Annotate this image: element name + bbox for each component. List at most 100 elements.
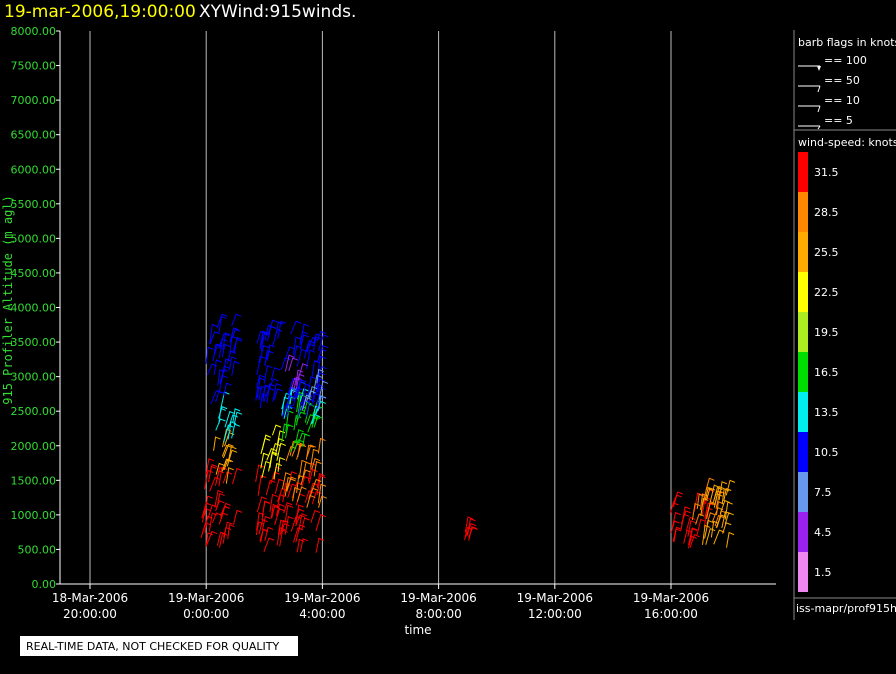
x-tick-date: 18-Mar-2006 [52,591,128,605]
y-tick-labels: 0.00 500.00 1000.00 1500.00 2000.00 2500.00 30… [11,25,60,591]
wind-profile-chart: 19-mar-2006,19:00:00 XYWind:915winds. 0.… [1,2,896,656]
x-tick-date: 19-Mar-2006 [284,591,360,605]
speed-color-swatch [798,272,808,312]
y-tick-label: 8000.00 [11,25,57,38]
wind-barb [208,463,218,477]
y-tick-label: 4500.00 [11,267,57,280]
wind-barb [231,423,240,439]
speed-legend: 31.5 28.5 25.5 22.5 19.5 16.5 13.5 10.5 7.5 4.5 1.… [798,152,839,592]
x-axis-label: time [404,623,431,637]
y-tick-label: 0.00 [32,578,57,591]
y-tick-label: 7500.00 [11,60,57,73]
wind-barb [232,467,243,485]
x-tick-time: 12:00:00 [528,607,582,621]
wind-barb [220,391,230,409]
barb-legend-label: == 100 [824,54,867,67]
speed-color-swatch [798,472,808,512]
speed-legend-label: 10.5 [814,446,839,459]
y-tick-label: 3000.00 [11,371,57,384]
barb-legend-tick [817,85,821,93]
wind-barb [272,328,283,346]
wind-barb [290,320,302,335]
y-tick-label: 4000.00 [11,302,57,315]
barb-legend-title: barb flags in knots [798,36,896,49]
wind-barb [725,479,736,496]
wind-barb [296,444,307,460]
speed-legend-label: 22.5 [814,286,839,299]
wind-barbs [200,313,736,553]
x-tick-time: 16:00:00 [644,607,698,621]
speed-legend-label: 31.5 [814,166,839,179]
wind-barb [233,509,243,525]
speed-legend-title: wind-speed: knots [798,136,896,149]
speed-color-swatch [798,392,808,432]
y-tick-label: 2500.00 [11,405,57,418]
wind-barb [260,437,271,455]
speed-color-swatch [798,432,808,472]
wind-barb [256,374,265,388]
title-timestamp: 19-mar-2006,19:00:00 [4,2,196,22]
y-tick-label: 6000.00 [11,163,57,176]
x-tick-time: 4:00:00 [299,607,345,621]
wind-barb [281,423,290,443]
y-tick-label: 6500.00 [11,129,57,142]
speed-legend-label: 16.5 [814,366,839,379]
wind-barb [257,474,267,496]
wind-barb [231,360,240,376]
barb-legend-label: == 50 [824,74,860,87]
axes [59,31,776,585]
speed-legend-label: 7.5 [814,486,832,499]
wind-barb [208,512,218,532]
title-product: XYWind:915winds. [199,2,356,22]
wind-barb [726,531,735,548]
x-tick-time: 20:00:00 [63,607,117,621]
grid-lines [89,31,672,584]
speed-legend-label: 19.5 [814,326,839,339]
qc-notice-text: REAL-TIME DATA, NOT CHECKED FOR QUALITY [26,640,280,653]
speed-color-swatch [798,352,808,392]
wind-barb [213,359,222,376]
wind-barb [292,486,301,502]
wind-barb [227,523,235,540]
wind-barb [215,418,226,431]
wind-barb [262,515,271,530]
wind-barb [210,390,222,405]
wind-barb [256,355,266,375]
wind-barb [301,517,310,530]
wind-barb [231,313,242,326]
speed-legend-label: 1.5 [814,566,832,579]
x-tick-time: 0:00:00 [183,607,229,621]
wind-barb [209,476,221,492]
y-tick-label: 2000.00 [11,440,57,453]
qc-notice: REAL-TIME DATA, NOT CHECKED FOR QUALITY [20,636,298,656]
x-tick-date: 19-Mar-2006 [517,591,593,605]
wind-barb [233,411,243,425]
wind-barb [315,514,326,531]
barb-legend-tick [817,105,821,113]
speed-legend-label: 13.5 [814,406,839,419]
wind-barb [724,512,734,525]
speed-legend-label: 25.5 [814,246,839,259]
y-tick-label: 5500.00 [11,198,57,211]
x-tick-labels: 18-Mar-2006 20:00:00 19-Mar-2006 0:00:00 19-… [52,584,709,621]
wind-barb [205,346,214,364]
wind-barb [256,496,267,513]
x-tick-date: 19-Mar-2006 [400,591,476,605]
wind-barb [225,467,234,484]
speed-legend-label: 4.5 [814,526,832,539]
wind-barb [255,464,264,482]
wind-barb [673,494,682,508]
y-tick-label: 1500.00 [11,474,57,487]
y-tick-label: 3500.00 [11,336,57,349]
wind-barb [296,348,307,367]
data-source-label: iss-mapr/prof915h [796,602,896,615]
y-tick-label: 500.00 [18,543,57,556]
speed-legend-label: 28.5 [814,206,839,219]
barb-legend: == 100 == 50 == 10 == 5 [798,54,867,130]
speed-color-swatch [798,312,808,352]
y-axis-label: 915 Profiler Altitude (m agl) [1,195,15,405]
wind-barb [207,363,218,376]
speed-color-swatch [798,552,808,592]
wind-barb [270,367,280,381]
wind-barb [705,527,716,545]
